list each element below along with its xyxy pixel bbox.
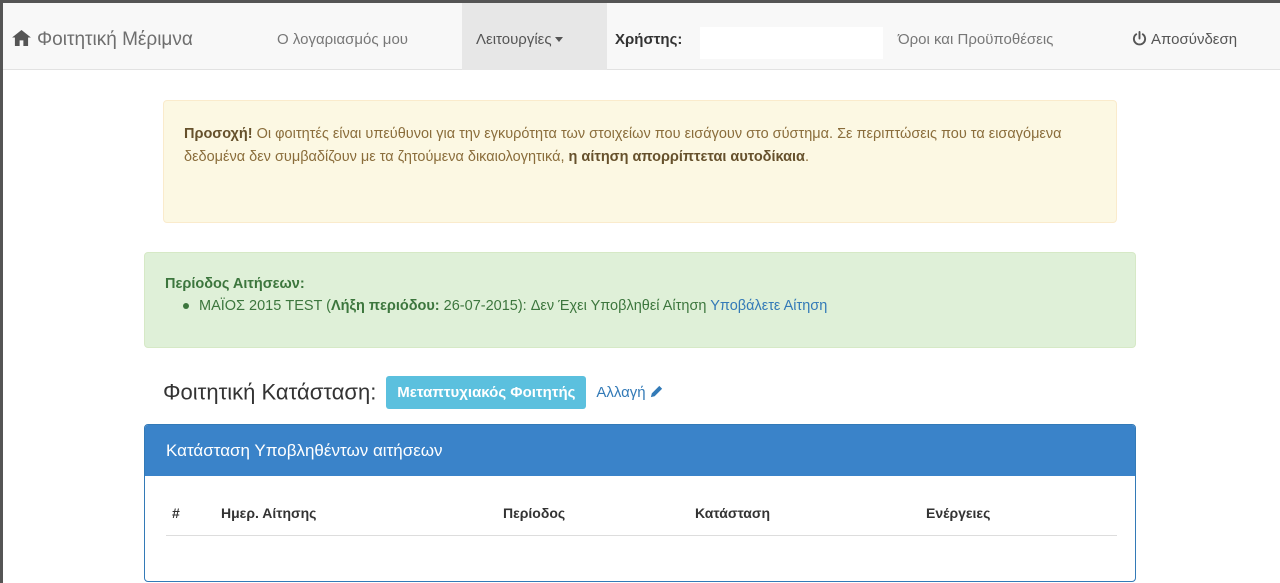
column-header-actions: Ενέργειες bbox=[926, 505, 991, 521]
student-status-row: Φοιτητική Κατάσταση: Μεταπτυχιακός Φοιτη… bbox=[163, 376, 664, 414]
submitted-applications-panel: Κατάσταση Υποβληθέντων αιτήσεων # Ημερ. … bbox=[144, 424, 1136, 582]
periods-list: ΜΑΪΟΣ 2015 TEST (Λήξη περιόδου: 26-07-20… bbox=[165, 295, 1115, 317]
submit-application-link[interactable]: Υποβάλετε Αίτηση bbox=[710, 298, 827, 314]
warning-alert: Προσοχή! Οι φοιτητές είναι υπεύθυνοι για… bbox=[163, 100, 1117, 223]
student-status-title: Φοιτητική Κατάσταση: bbox=[163, 379, 377, 405]
logout-link[interactable]: Αποσύνδεση bbox=[1132, 3, 1237, 70]
panel-title: Κατάσταση Υποβληθέντων αιτήσεων bbox=[145, 425, 1135, 476]
username-redacted bbox=[700, 27, 883, 59]
warning-end: . bbox=[804, 149, 810, 165]
change-status-link[interactable]: Αλλαγή bbox=[596, 384, 663, 401]
application-periods-alert: Περίοδος Αιτήσεων: ΜΑΪΟΣ 2015 TEST (Λήξη… bbox=[144, 252, 1136, 348]
warning-strong-end: η αίτηση απορρίπτεται αυτοδίκαια bbox=[568, 149, 805, 165]
period-end-date: 26-07-2015): Δεν Έχει Υποβληθεί Αίτηση bbox=[439, 298, 711, 314]
period-end-label: Λήξη περιόδου: bbox=[331, 298, 440, 314]
pencil-icon bbox=[650, 385, 662, 398]
column-header-period: Περίοδος bbox=[503, 505, 566, 521]
brand-label: Φοιτητική Μέριμνα bbox=[37, 29, 193, 50]
nav-my-account[interactable]: Ο λογαριασμός μου bbox=[277, 3, 408, 70]
caret-down-icon bbox=[554, 37, 563, 42]
period-name: ΜΑΪΟΣ 2015 TEST ( bbox=[199, 298, 331, 314]
nav-functions-dropdown[interactable]: Λειτουργίες bbox=[462, 3, 607, 70]
applications-table-header: # Ημερ. Αίτησης Περίοδος Κατάσταση Ενέργ… bbox=[166, 505, 1117, 536]
periods-title: Περίοδος Αιτήσεων: bbox=[165, 276, 305, 292]
nav-terms[interactable]: Όροι και Προϋποθέσεις bbox=[898, 3, 1053, 70]
column-header-date: Ημερ. Αίτησης bbox=[221, 505, 317, 521]
column-header-status: Κατάσταση bbox=[695, 505, 771, 521]
warning-strong: Προσοχή! bbox=[184, 126, 253, 142]
nav-functions-label: Λειτουργίες bbox=[476, 31, 552, 48]
home-icon bbox=[12, 30, 31, 46]
user-label: Χρήστης: bbox=[615, 31, 683, 48]
brand-link[interactable]: Φοιτητική Μέριμνα bbox=[12, 3, 193, 70]
logout-label: Αποσύνδεση bbox=[1151, 31, 1238, 48]
student-status-badge: Μεταπτυχιακός Φοιτητής bbox=[386, 376, 587, 409]
power-icon bbox=[1132, 31, 1147, 46]
change-status-label: Αλλαγή bbox=[596, 384, 646, 401]
navbar: Φοιτητική Μέριμνα Ο λογαριασμός μου Λειτ… bbox=[3, 3, 1280, 70]
column-header-number: # bbox=[172, 505, 180, 521]
list-item: ΜΑΪΟΣ 2015 TEST (Λήξη περιόδου: 26-07-20… bbox=[183, 295, 1115, 317]
page-frame: Φοιτητική Μέριμνα Ο λογαριασμός μου Λειτ… bbox=[0, 0, 1280, 583]
